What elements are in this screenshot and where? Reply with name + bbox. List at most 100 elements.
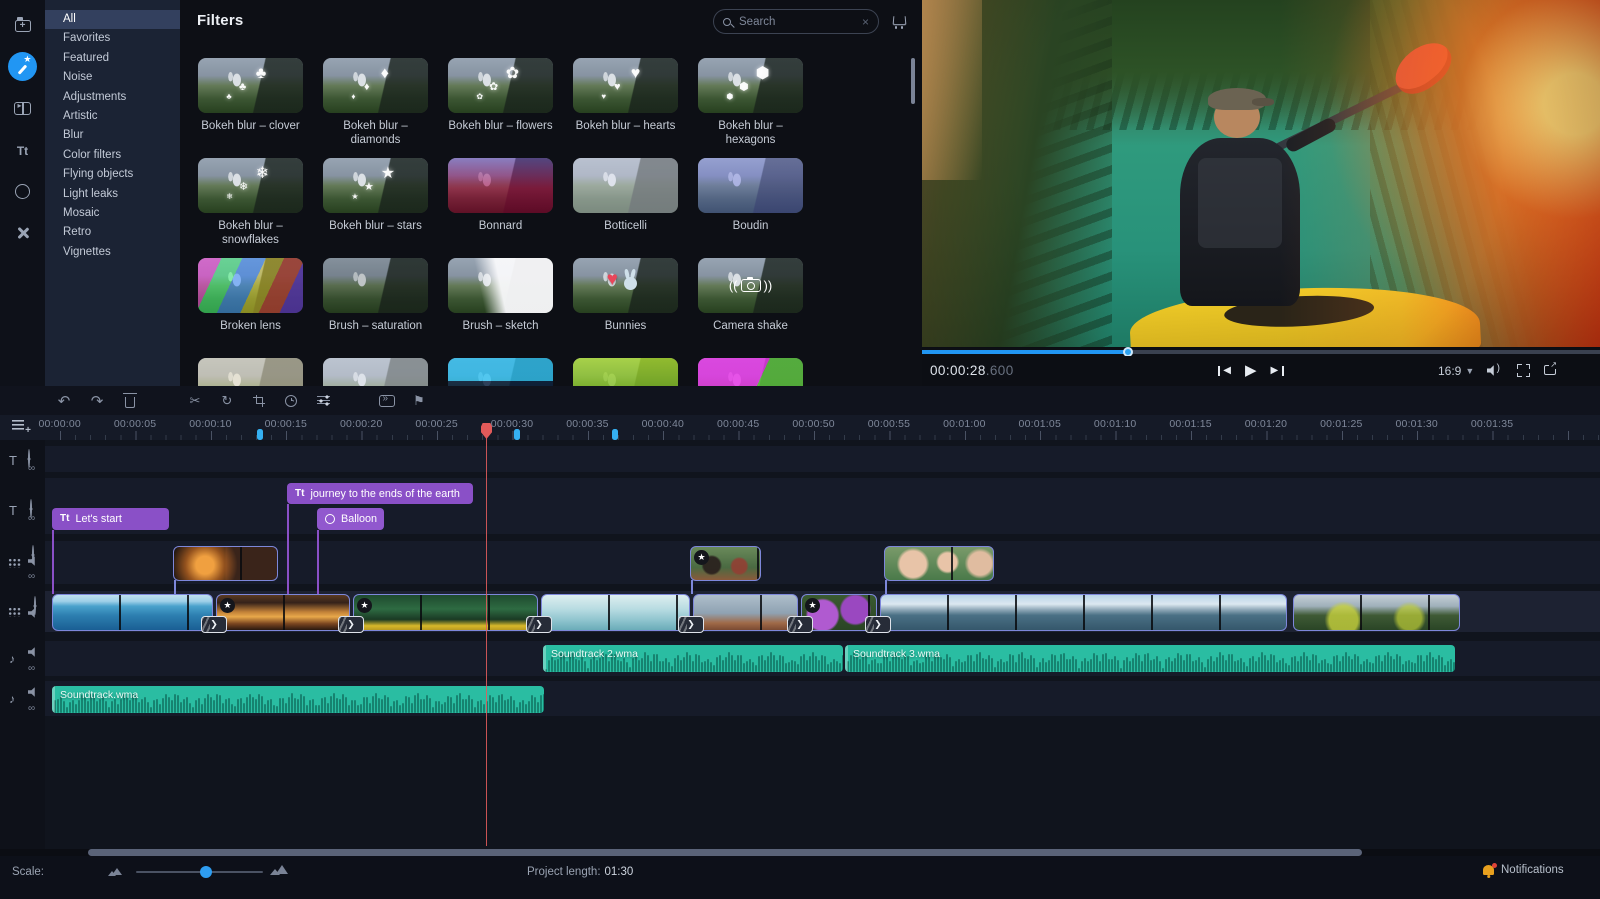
filter-card[interactable]: Botticelli xyxy=(573,158,678,258)
undo-button[interactable]: ↶ xyxy=(52,386,76,415)
speaker-icon[interactable] xyxy=(28,556,39,566)
filter-card[interactable]: (()) Camera shake xyxy=(698,258,803,358)
title-track-2-lane[interactable] xyxy=(45,478,1600,534)
transition-badge[interactable] xyxy=(787,616,813,633)
transitions-button[interactable] xyxy=(8,94,37,123)
title-clip-lets-start[interactable]: Tt Let's start xyxy=(52,508,169,530)
filter-card[interactable]: ❄❄❄ Bokeh blur – snowflakes xyxy=(198,158,303,258)
transition-badge[interactable] xyxy=(678,616,704,633)
next-frame-button[interactable] xyxy=(1271,365,1285,377)
rotate-button[interactable]: ↻ xyxy=(215,386,239,415)
play-button[interactable]: ▶ xyxy=(1245,362,1257,380)
timeline-marker[interactable] xyxy=(514,429,520,440)
transition-badge[interactable] xyxy=(526,616,552,633)
video-clip-kayak[interactable] xyxy=(353,594,538,631)
category-item-featured[interactable]: Featured xyxy=(45,49,180,68)
category-item-mosaic[interactable]: Mosaic xyxy=(45,204,180,223)
filter-card[interactable]: ♥♥♥ Bokeh blur – hearts xyxy=(573,58,678,158)
delete-button[interactable] xyxy=(118,386,142,415)
filter-card[interactable] xyxy=(448,358,553,386)
filter-card[interactable] xyxy=(698,358,803,386)
filter-card[interactable] xyxy=(198,358,303,386)
sticker-clip-balloon[interactable]: Balloon xyxy=(317,508,384,530)
crop-button[interactable] xyxy=(247,386,271,415)
search-box[interactable]: × xyxy=(713,9,879,34)
category-item-flying-objects[interactable]: Flying objects xyxy=(45,165,180,184)
overlay-clip-hikers[interactable] xyxy=(690,546,761,581)
audio-clip-soundtrack[interactable]: Soundtrack.wma xyxy=(52,686,544,713)
video-preview[interactable] xyxy=(922,0,1600,347)
filters-button[interactable] xyxy=(8,52,37,81)
overlay-track-lane[interactable] xyxy=(45,541,1600,584)
video-clip-surf[interactable] xyxy=(541,594,690,631)
clear-search-icon[interactable]: × xyxy=(862,16,869,28)
category-item-color-filters[interactable]: Color filters xyxy=(45,146,180,165)
search-input[interactable] xyxy=(739,16,854,28)
volume-icon[interactable] xyxy=(1487,365,1500,376)
timeline-ruler[interactable]: 00:00:0000:00:0500:00:1000:00:1500:00:20… xyxy=(0,415,1600,440)
clip-properties-button[interactable] xyxy=(311,386,335,415)
filter-card[interactable]: Brush – saturation xyxy=(323,258,428,358)
notifications-button[interactable]: Notifications xyxy=(1483,864,1564,876)
filter-card[interactable]: ★★★ Bokeh blur – stars xyxy=(323,158,428,258)
category-item-retro[interactable]: Retro xyxy=(45,223,180,242)
category-item-favorites[interactable]: Favorites xyxy=(45,29,180,48)
more-tools-button[interactable] xyxy=(8,218,37,247)
filter-card[interactable]: ♣♣♣ Bokeh blur – clover xyxy=(198,58,303,158)
video-clip-sailboats[interactable] xyxy=(216,594,350,631)
seek-bar[interactable] xyxy=(922,348,1600,356)
video-clip-sea[interactable] xyxy=(52,594,213,631)
redo-button[interactable]: ↷ xyxy=(85,386,109,415)
filter-card[interactable] xyxy=(573,358,678,386)
speaker-icon[interactable] xyxy=(28,608,39,618)
titles-button[interactable] xyxy=(8,136,37,165)
transition-badge[interactable] xyxy=(201,616,227,633)
category-item-all[interactable]: All xyxy=(45,10,180,29)
stickers-button[interactable] xyxy=(8,177,37,206)
link-icon[interactable] xyxy=(28,566,35,584)
category-item-vignettes[interactable]: Vignettes xyxy=(45,243,180,262)
zoom-out-icon[interactable] xyxy=(112,868,122,875)
filter-card[interactable]: ⬢⬢⬢ Bokeh blur – hexagons xyxy=(698,58,803,158)
title-clip-journey[interactable]: Tt journey to the ends of the earth xyxy=(287,483,473,504)
video-clip-alps[interactable] xyxy=(1293,594,1460,631)
title-track-1-lane[interactable] xyxy=(45,446,1600,472)
filter-card[interactable]: ✿✿✿ Bokeh blur – flowers xyxy=(448,58,553,158)
detach-player-icon[interactable] xyxy=(1544,365,1556,375)
timeline-marker[interactable] xyxy=(257,429,263,440)
category-item-noise[interactable]: Noise xyxy=(45,68,180,87)
panel-scrollbar[interactable] xyxy=(911,58,915,104)
link-icon[interactable] xyxy=(28,508,35,526)
store-cart-icon[interactable] xyxy=(892,16,906,29)
video-clip-clouds[interactable] xyxy=(693,594,798,631)
category-item-blur[interactable]: Blur xyxy=(45,126,180,145)
audio-clip-soundtrack-2[interactable]: Soundtrack 2.wma xyxy=(543,645,843,672)
overlay-clip-sunset[interactable] xyxy=(173,546,278,581)
zoom-in-icon[interactable] xyxy=(276,865,288,874)
audio-clip-soundtrack-3[interactable]: Soundtrack 3.wma xyxy=(845,645,1455,672)
filter-card[interactable]: Bonnard xyxy=(448,158,553,258)
filter-card[interactable]: Broken lens xyxy=(198,258,303,358)
clip-speed-button[interactable] xyxy=(279,386,303,415)
transition-badge[interactable] xyxy=(338,616,364,633)
filter-card[interactable]: ♦♦♦ Bokeh blur – diamonds xyxy=(323,58,428,158)
video-clip-lake[interactable] xyxy=(880,594,1287,631)
timeline-scrollbar[interactable] xyxy=(88,849,1362,856)
link-icon[interactable] xyxy=(28,658,35,676)
category-item-adjustments[interactable]: Adjustments xyxy=(45,88,180,107)
category-item-light-leaks[interactable]: Light leaks xyxy=(45,185,180,204)
speaker-icon[interactable] xyxy=(28,687,39,697)
filter-card[interactable]: ♥ Bunnies xyxy=(573,258,678,358)
add-marker-button[interactable]: ⚑ xyxy=(407,386,431,415)
link-icon[interactable] xyxy=(28,698,35,716)
transition-wizard-button[interactable] xyxy=(375,386,399,415)
split-button[interactable]: ✂ xyxy=(183,386,207,415)
transition-badge[interactable] xyxy=(865,616,891,633)
previous-frame-button[interactable] xyxy=(1217,365,1231,377)
filter-card[interactable]: Brush – sketch xyxy=(448,258,553,358)
aspect-ratio-dropdown[interactable]: 16:9▼ xyxy=(1438,364,1474,378)
fullscreen-icon[interactable] xyxy=(1517,364,1530,377)
add-media-button[interactable] xyxy=(8,11,37,40)
scale-slider-handle[interactable] xyxy=(200,866,212,878)
overlay-clip-selfie[interactable] xyxy=(884,546,994,581)
